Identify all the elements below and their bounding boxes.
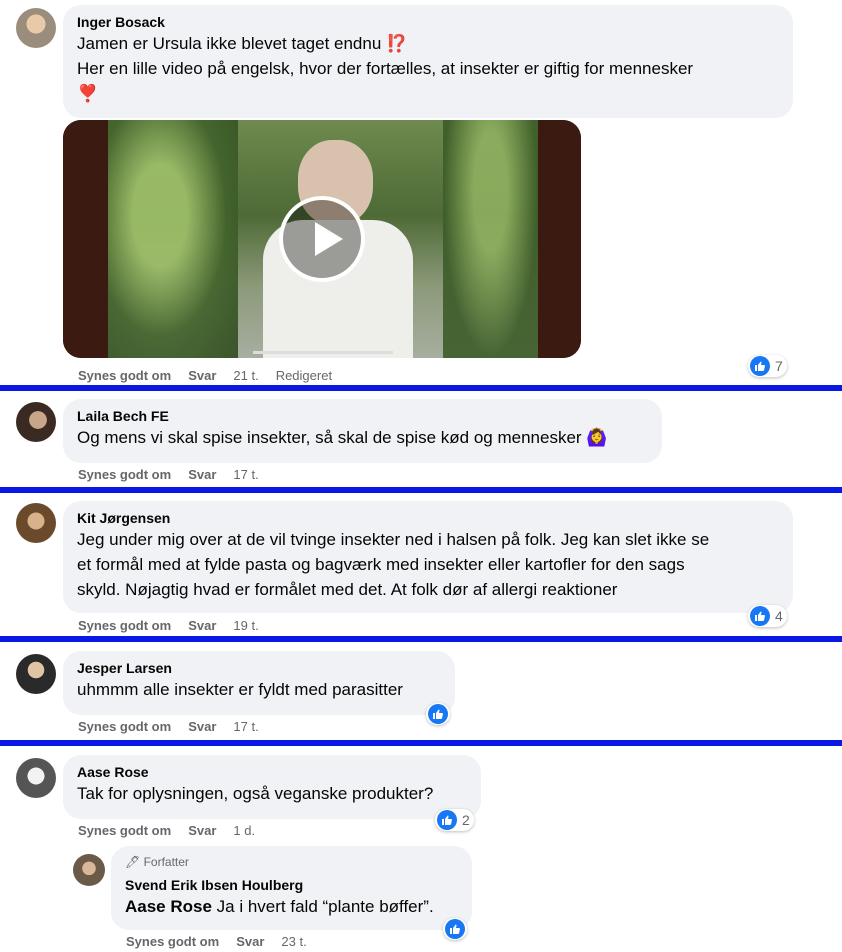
- comment-text-line: Her en lille video på engelsk, hvor der …: [77, 59, 694, 78]
- comment-bubble: 🖊︎ Forfatter Svend Erik Ibsen Houlberg A…: [111, 846, 472, 930]
- avatar[interactable]: [16, 402, 56, 442]
- reply-button[interactable]: Svar: [188, 368, 216, 383]
- comment-text-line: Aase Rose Ja i hvert fald “plante bøffer…: [125, 894, 458, 919]
- comment-text-line: Tak for oplysningen, også veganske produ…: [77, 784, 434, 803]
- avatar[interactable]: [16, 758, 56, 798]
- comment-actions: Synes godt om Svar 21 t. Redigeret: [78, 368, 349, 383]
- comment-text-line: Og mens vi skal spise insekter, så skal …: [77, 428, 608, 447]
- comment-actions: Synes godt om Svar 17 t.: [78, 719, 276, 734]
- reaction-count[interactable]: 2: [435, 809, 474, 831]
- divider: [0, 740, 842, 746]
- comment-author[interactable]: Jesper Larsen: [77, 659, 441, 677]
- pen-icon: 🖊︎: [125, 855, 141, 869]
- timestamp[interactable]: 1 d.: [233, 823, 255, 838]
- comment-bubble: Laila Bech FE Og mens vi skal spise inse…: [63, 399, 662, 463]
- comment-author[interactable]: Inger Bosack: [77, 13, 779, 31]
- divider: [0, 487, 842, 493]
- avatar[interactable]: [16, 8, 56, 48]
- comment-text-line: Jamen er Ursula ikke blevet taget endnu …: [77, 34, 408, 53]
- comment-actions: Synes godt om Svar 19 t.: [78, 618, 276, 633]
- comment-bubble: Jesper Larsen uhmmm alle insekter er fyl…: [63, 651, 455, 715]
- comment-author[interactable]: Aase Rose: [77, 763, 467, 781]
- like-reaction-icon: [437, 810, 457, 830]
- avatar[interactable]: [73, 854, 105, 886]
- comment-bubble: Inger Bosack Jamen er Ursula ikke blevet…: [63, 5, 793, 118]
- reply-button[interactable]: Svar: [188, 719, 216, 734]
- comment-actions: Synes godt om Svar 1 d.: [78, 823, 272, 838]
- comment-text-line: skyld. Nøjagtig hvad er formålet med det…: [77, 580, 618, 599]
- comment-text-line: Jeg under mig over at de vil tvinge inse…: [77, 530, 710, 549]
- reaction-icon-only[interactable]: [443, 918, 467, 940]
- comment-text-line: ❣️: [77, 84, 99, 103]
- like-reaction-icon: [750, 356, 770, 376]
- play-icon[interactable]: [279, 196, 365, 282]
- mention-link[interactable]: Aase Rose: [125, 897, 212, 916]
- timestamp[interactable]: 23 t.: [281, 934, 306, 949]
- timestamp[interactable]: 17 t.: [233, 467, 258, 482]
- badge-label: Forfatter: [143, 855, 189, 869]
- comment-bubble: Kit Jørgensen Jeg under mig over at de v…: [63, 501, 793, 613]
- reply-text: Ja i hvert fald “plante bøffer”.: [216, 897, 434, 916]
- divider: [0, 385, 842, 391]
- like-button[interactable]: Synes godt om: [78, 719, 171, 734]
- reaction-icon-only[interactable]: [426, 703, 450, 725]
- comment-text-line: et formål med at fylde pasta og bagværk …: [77, 555, 685, 574]
- comment-author[interactable]: Svend Erik Ibsen Houlberg: [125, 876, 458, 894]
- like-reaction-icon: [750, 606, 770, 626]
- divider: [0, 636, 842, 642]
- reaction-count[interactable]: 7: [748, 355, 787, 377]
- like-button[interactable]: Synes godt om: [78, 467, 171, 482]
- timestamp[interactable]: 19 t.: [233, 618, 258, 633]
- like-button[interactable]: Synes godt om: [78, 368, 171, 383]
- reaction-count[interactable]: 4: [748, 605, 787, 627]
- timestamp[interactable]: 21 t.: [233, 368, 258, 383]
- like-button[interactable]: Synes godt om: [126, 934, 219, 949]
- comment-text-line: uhmmm alle insekter er fyldt med parasit…: [77, 680, 403, 699]
- reaction-count-number: 2: [462, 812, 470, 828]
- reply-button[interactable]: Svar: [188, 823, 216, 838]
- reply-button[interactable]: Svar: [188, 618, 216, 633]
- comment-author[interactable]: Kit Jørgensen: [77, 509, 779, 527]
- comment-actions: Synes godt om Svar 17 t.: [78, 467, 276, 482]
- video-thumbnail[interactable]: [63, 120, 581, 358]
- like-button[interactable]: Synes godt om: [78, 823, 171, 838]
- reaction-count-number: 7: [775, 358, 783, 374]
- like-reaction-icon: [445, 919, 465, 939]
- edited-label: Redigeret: [275, 368, 333, 383]
- reaction-count-number: 4: [775, 608, 783, 624]
- avatar[interactable]: [16, 503, 56, 543]
- author-badge: 🖊︎ Forfatter: [125, 854, 458, 870]
- timestamp[interactable]: 17 t.: [233, 719, 258, 734]
- comment-bubble: Aase Rose Tak for oplysningen, også vega…: [63, 755, 481, 819]
- reply-button[interactable]: Svar: [188, 467, 216, 482]
- like-button[interactable]: Synes godt om: [78, 618, 171, 633]
- reply-button[interactable]: Svar: [236, 934, 264, 949]
- comment-actions: Synes godt om Svar 23 t.: [126, 934, 324, 949]
- comment-author[interactable]: Laila Bech FE: [77, 407, 648, 425]
- like-reaction-icon: [428, 704, 448, 724]
- avatar[interactable]: [16, 654, 56, 694]
